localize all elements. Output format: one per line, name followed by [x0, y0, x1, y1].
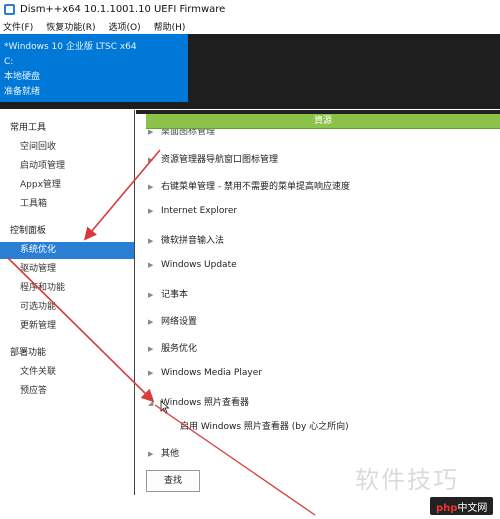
- tree-row-label: 记事本: [161, 290, 189, 300]
- expand-arrow-icon[interactable]: ▶: [148, 291, 161, 299]
- sidebar-item-space-reclaim[interactable]: 空间回收: [0, 139, 134, 156]
- tree-row-label: 网络设置: [161, 317, 198, 327]
- expand-arrow-icon[interactable]: ▶: [148, 450, 161, 458]
- tree-row-notepad[interactable]: ▶ 记事本: [148, 287, 188, 300]
- find-button[interactable]: 查找: [146, 470, 200, 492]
- tree-row-label: Windows 照片查看器: [161, 398, 250, 408]
- tree-row-services[interactable]: ▶ 服务优化: [148, 341, 197, 354]
- php-logo-mark: php: [436, 503, 458, 514]
- tree-row-explorer-nav[interactable]: ▶ 资源管理器导航窗口图标管理: [148, 152, 278, 165]
- sidebar-item-optional-features[interactable]: 可选功能: [0, 299, 134, 316]
- disk-type-label: 本地硬盘: [4, 72, 41, 82]
- image-session-card[interactable]: *Windows 10 企业版 LTSC x64 C: 本地硬盘 准备就绪: [0, 34, 188, 102]
- sidebar-item-programs[interactable]: 程序和功能: [0, 280, 134, 297]
- tree-row-other[interactable]: ▶ 其他: [148, 446, 179, 459]
- sidebar-item-toolbox[interactable]: 工具箱: [0, 196, 134, 213]
- tree-row-context-menu[interactable]: ▶ 右键菜单管理 - 禁用不需要的菜单提高响应速度: [148, 179, 350, 192]
- sidebar-group-common-tools: 常用工具: [10, 123, 47, 133]
- tree-row-label: 资源管理器导航窗口图标管理: [161, 155, 279, 165]
- mouse-cursor-icon: [160, 400, 170, 414]
- menu-help[interactable]: 帮助(H): [154, 20, 186, 33]
- expand-arrow-icon[interactable]: ▶: [148, 207, 161, 215]
- status-bar: [0, 495, 500, 519]
- tree-row-internet-explorer[interactable]: ▶ Internet Explorer: [148, 206, 237, 216]
- expand-arrow-icon[interactable]: ▶: [148, 237, 161, 245]
- tree-row-label: 微软拼音输入法: [161, 236, 225, 246]
- sidebar-item-updates[interactable]: 更新管理: [0, 318, 134, 335]
- section-header: 資源: [146, 114, 500, 129]
- sidebar-group-control-panel: 控制面板: [10, 226, 47, 236]
- os-edition-label: *Windows 10 企业版 LTSC x64: [4, 42, 137, 52]
- sidebar-item-startup[interactable]: 启动项管理: [0, 158, 134, 175]
- app-icon: [4, 4, 15, 15]
- tree-row-label: Windows Update: [161, 260, 237, 270]
- tree-row-label: 其他: [161, 449, 180, 459]
- option-enable-photo-viewer[interactable]: 启用 Windows 照片查看器 (by 心之所向): [180, 419, 349, 432]
- expand-arrow-icon[interactable]: ▶: [148, 318, 161, 326]
- expand-arrow-icon[interactable]: ▶: [148, 261, 161, 269]
- sidebar-item-appx[interactable]: Appx管理: [0, 177, 134, 194]
- tree-row-pinyin[interactable]: ▶ 微软拼音输入法: [148, 233, 224, 246]
- expand-arrow-icon[interactable]: ▶: [148, 183, 161, 191]
- expand-arrow-icon[interactable]: ▶: [148, 128, 161, 136]
- watermark-text: 软件技巧: [355, 466, 459, 494]
- sidebar: 常用工具 空间回收 启动项管理 Appx管理 工具箱 控制面板 系统优化 驱动管…: [0, 110, 135, 495]
- sidebar-item-file-assoc[interactable]: 文件关联: [0, 364, 134, 381]
- php-logo: php中文网: [430, 497, 494, 515]
- status-label: 准备就绪: [4, 87, 41, 97]
- menu-options[interactable]: 选项(O): [108, 20, 140, 33]
- window-title: Dism++x64 10.1.1001.10 UEFI Firmware: [20, 4, 226, 15]
- menu-file[interactable]: 文件(F): [3, 20, 33, 33]
- sidebar-item-drivers[interactable]: 驱动管理: [0, 261, 134, 278]
- php-logo-text: 中文网: [457, 503, 488, 514]
- tree-row-label: Windows Media Player: [161, 368, 262, 378]
- menu-restore[interactable]: 恢复功能(R): [46, 20, 95, 33]
- tree-row-label: Internet Explorer: [161, 206, 238, 216]
- optimization-panel: [136, 110, 500, 495]
- expand-arrow-icon[interactable]: ▶: [148, 345, 161, 353]
- sidebar-item-answer-file[interactable]: 预应答: [0, 383, 134, 400]
- title-bar: Dism++x64 10.1.1001.10 UEFI Firmware: [0, 0, 500, 19]
- sidebar-item-system-optimize[interactable]: 系统优化: [0, 242, 134, 259]
- tree-row-windows-update[interactable]: ▶ Windows Update: [148, 260, 237, 270]
- expand-arrow-icon[interactable]: ▶: [148, 369, 161, 377]
- tree-row-media-player[interactable]: ▶ Windows Media Player: [148, 368, 262, 378]
- drive-letter-label: C:: [4, 57, 14, 67]
- tree-row-label: 服务优化: [161, 344, 198, 354]
- expand-arrow-icon[interactable]: ▶: [148, 156, 161, 164]
- menu-bar: 文件(F) 恢复功能(R) 选项(O) 帮助(H): [0, 19, 500, 34]
- tree-row-label: 右键菜单管理 - 禁用不需要的菜单提高响应速度: [161, 182, 350, 192]
- tree-row-network[interactable]: ▶ 网络设置: [148, 314, 197, 327]
- sidebar-group-deploy: 部署功能: [10, 348, 47, 358]
